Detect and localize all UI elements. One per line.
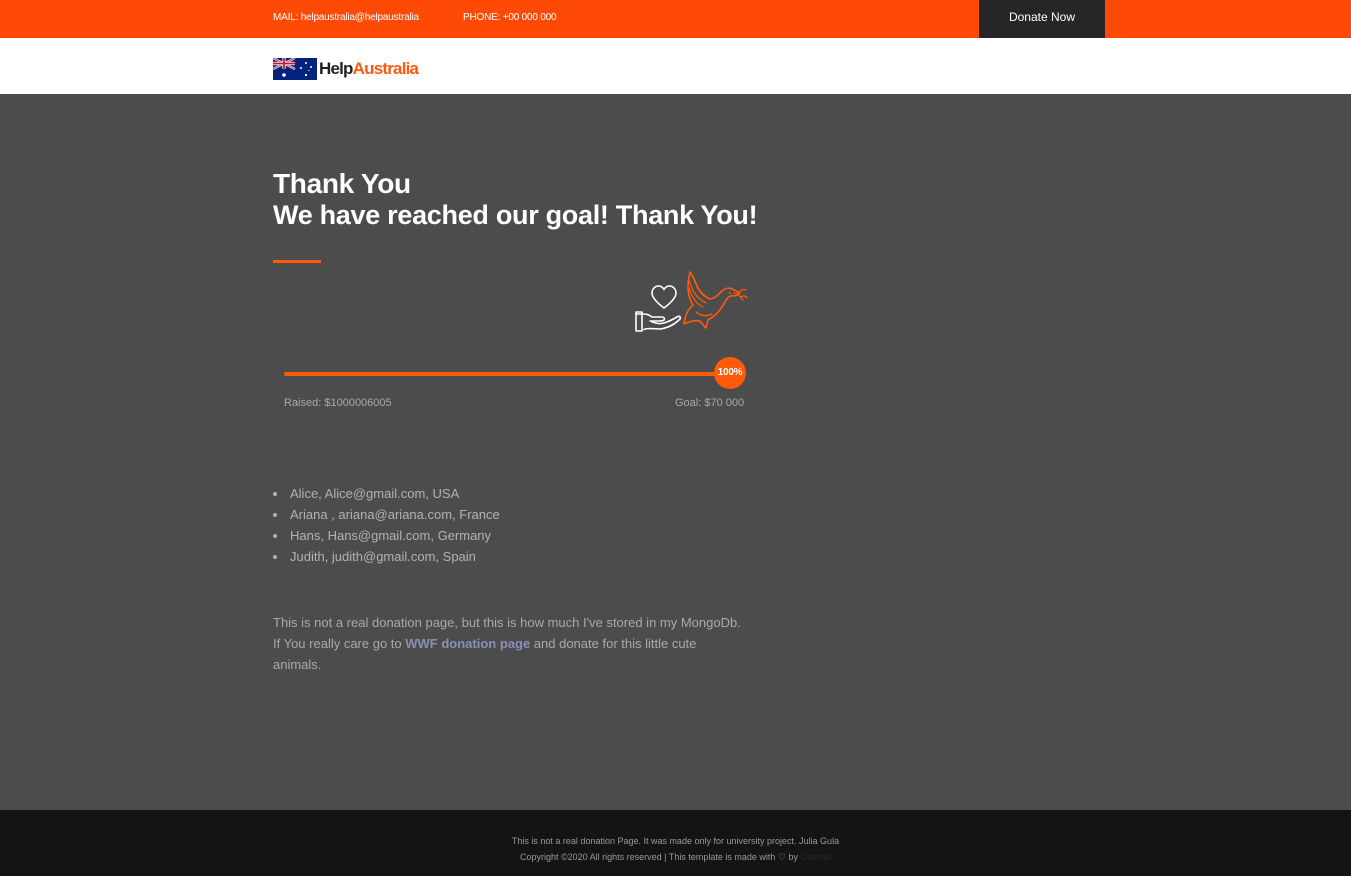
donation-progress-bar: [284, 372, 744, 376]
contact-mail: MAIL: helpaustralia@helpaustralia: [273, 12, 419, 23]
by-text: by: [785, 852, 801, 862]
contact-phone: PHONE: +00 000 000: [463, 12, 557, 23]
goal-amount: Goal: $70 000: [675, 397, 745, 409]
list-item: Ariana , ariana@ariana.com, France: [273, 507, 500, 528]
navbar: HelpAustralia: [0, 38, 1351, 94]
top-bar: MAIL: helpaustralia@helpaustralia PHONE:…: [0, 0, 1351, 38]
page-title: Thank You: [273, 168, 411, 199]
disclaimer-note: This is not a real donation page, but th…: [273, 612, 743, 675]
list-item: Judith, judith@gmail.com, Spain: [273, 549, 500, 570]
donor-list: Alice, Alice@gmail.com, USA Ariana , ari…: [273, 486, 500, 570]
donate-now-button[interactable]: Donate Now: [979, 0, 1105, 38]
heart-icon: ♡: [777, 852, 786, 862]
list-item: Hans, Hans@gmail.com, Germany: [273, 528, 500, 549]
colorlib-link[interactable]: Colorlib: [801, 852, 832, 862]
wwf-donation-link[interactable]: WWF donation page: [405, 636, 530, 651]
list-item: Alice, Alice@gmail.com, USA: [273, 486, 500, 507]
copyright-text: Copyright ©2020 All rights reserved | Th…: [519, 852, 778, 862]
brand-name: HelpAustralia: [319, 59, 419, 79]
progress-percent-badge: 100%: [714, 357, 746, 389]
page-subtitle: We have reached our goal! Thank You!: [273, 200, 758, 230]
site-logo[interactable]: HelpAustralia: [273, 58, 419, 80]
raised-amount: Raised: $1000006005: [284, 397, 392, 409]
footer-copyright: Copyright ©2020 All rights reserved | Th…: [0, 852, 1351, 863]
footer-disclaimer: This is not a real donation Page. It was…: [511, 836, 840, 846]
australian-flag-icon: [273, 58, 317, 80]
progress-fill: [284, 372, 744, 376]
title-underline: [273, 260, 321, 263]
hand-heart-dove-icon: [635, 271, 748, 332]
brand-australia: Australia: [352, 59, 419, 78]
brand-help: Help: [319, 59, 353, 78]
footer: This is not a real donation Page. It was…: [0, 810, 1351, 876]
